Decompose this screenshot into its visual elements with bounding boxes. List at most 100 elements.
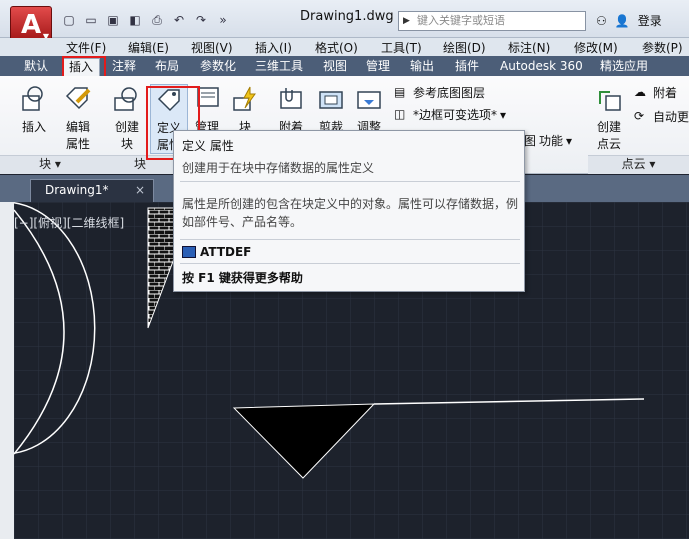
menu-dimension[interactable]: 标注(N) [508, 39, 550, 56]
panel-footer-block[interactable]: 块 ▾ [0, 155, 100, 174]
create-point-cloud-label-2: 点云 [596, 137, 621, 151]
define-attribute-tooltip: 定义 属性 创建用于在块中存储数据的属性定义 属性是所创建的包含在块定义中的对象… [173, 130, 525, 292]
tooltip-separator [180, 181, 520, 182]
tooltip-command-name: ATTDEF [200, 245, 252, 259]
reference-underlay-layers-label: 参考底图图层 [413, 86, 486, 100]
menu-tools[interactable]: 工具(T) [381, 39, 422, 56]
clip-button[interactable]: 剪裁 [314, 84, 348, 135]
tab-output[interactable]: 输出 [410, 58, 434, 76]
point-cloud-icon [599, 91, 621, 111]
viewport-label[interactable]: [−][俯视][二维线框] [14, 214, 124, 231]
cloud-icon: ☁ [634, 84, 646, 99]
tab-view[interactable]: 视图 [323, 58, 347, 76]
panel-block-definition-label: 块 [133, 157, 146, 171]
auto-update-button[interactable]: ⟳ 自动更 [634, 108, 689, 125]
panel-point-cloud-label: 点云 [621, 157, 646, 171]
title-bar: A ▼ ▢ ▭ ▣ ◧ ⎙ ↶ ↷ » Drawing1.dwg ▶ 键入关键字或… [0, 0, 689, 44]
menu-modify[interactable]: 修改(M) [574, 39, 618, 56]
chevron-down-icon: ▾ [500, 107, 507, 122]
adjust-icon [357, 91, 381, 109]
insert-block-icon [22, 86, 43, 111]
create-block-icon [114, 87, 137, 111]
auto-update-label: 自动更 [653, 110, 689, 124]
chevron-right-icon: ▶ [403, 16, 410, 26]
panel-footer-point-cloud[interactable]: 点云 ▾ [588, 155, 689, 174]
undo-icon[interactable]: ↶ [170, 12, 188, 28]
save-as-icon[interactable]: ◧ [126, 12, 144, 28]
reference-underlay-layers-button[interactable]: ▤ 参考底图图层 [394, 84, 485, 101]
document-tab-drawing1[interactable]: Drawing1* × [30, 179, 154, 202]
edit-attribute-label-1: 编辑 [65, 120, 90, 134]
search-placeholder: 键入关键字或短语 [417, 14, 505, 27]
new-file-icon[interactable]: ▢ [60, 12, 78, 28]
map-label: 图 [524, 134, 537, 148]
frame-icon: ◫ [394, 106, 406, 121]
create-block-label-2: 块 [120, 137, 133, 151]
create-block-button[interactable]: 创建 块 [110, 84, 144, 152]
menu-file[interactable]: 文件(F) [66, 39, 106, 56]
document-title: Drawing1.dwg [300, 9, 394, 24]
function-dropdown[interactable]: 图 功能 ▾ [524, 132, 572, 149]
tooltip-separator [180, 239, 520, 240]
frame-variable-label: *边框可变选项* [413, 108, 498, 122]
document-tab-label: Drawing1* [45, 183, 109, 197]
open-folder-icon[interactable]: ▭ [82, 12, 100, 28]
clip-icon [319, 91, 343, 109]
menu-view[interactable]: 视图(V) [191, 39, 233, 56]
login-button[interactable]: 登录 [638, 12, 662, 29]
command-icon [182, 246, 196, 258]
tab-plugins[interactable]: 插件 [455, 58, 479, 76]
tab-autodesk-360[interactable]: Autodesk 360 [500, 58, 583, 76]
print-icon[interactable]: ⎙ [148, 12, 166, 28]
redo-icon[interactable]: ↷ [192, 12, 210, 28]
tooltip-help-text: 按 F1 键获得更多帮助 [182, 271, 303, 285]
tab-parametric[interactable]: 参数化 [200, 58, 236, 76]
menu-format[interactable]: 格式(O) [315, 39, 358, 56]
function-label: 功能 [539, 134, 564, 148]
tab-manage[interactable]: 管理 [366, 58, 390, 76]
menu-edit[interactable]: 编辑(E) [128, 39, 169, 56]
tooltip-long-description: 属性是所创建的包含在块定义中的对象。属性可以存储数据，例如部件号、产品名等。 [182, 197, 519, 229]
refresh-icon: ⟳ [634, 108, 645, 123]
menu-bar: 文件(F) 编辑(E) 视图(V) 插入(I) 格式(O) 工具(T) 绘图(D… [0, 38, 689, 56]
create-point-cloud-label-1: 创建 [596, 120, 621, 134]
block-editor-button[interactable]: 块 [228, 84, 262, 135]
edit-attribute-button[interactable]: 编辑 属性 [58, 84, 98, 152]
tab-default[interactable]: 默认 [24, 58, 48, 76]
lightning-icon [233, 86, 256, 111]
tooltip-short-description: 创建用于在块中存储数据的属性定义 [182, 161, 375, 175]
save-icon[interactable]: ▣ [104, 12, 122, 28]
attach-button[interactable]: 附着 [274, 84, 308, 135]
more-icon[interactable]: » [214, 12, 232, 28]
frame-variable-dropdown[interactable]: ◫ *边框可变选项* ▾ [394, 106, 506, 123]
edit-attribute-icon [65, 87, 91, 110]
tab-layout[interactable]: 布局 [155, 58, 179, 76]
attach-point-cloud-label: 附着 [653, 86, 678, 100]
tooltip-title: 定义 属性 [182, 139, 234, 153]
tooltip-command: ATTDEF [182, 245, 251, 259]
tab-3d-tools[interactable]: 三维工具 [255, 58, 303, 76]
paperclip-icon [280, 88, 302, 109]
tab-featured-apps[interactable]: 精选应用 [600, 58, 648, 76]
insert-block-label: 插入 [21, 120, 46, 134]
panel-block-label: 块 [39, 157, 52, 171]
title-right-tools: ⚇ 👤 登录 [596, 12, 662, 29]
user-icon[interactable]: 👤 [615, 14, 630, 28]
menu-insert[interactable]: 插入(I) [255, 39, 292, 56]
search-input[interactable]: ▶ 键入关键字或短语 [398, 11, 586, 31]
menu-parameter[interactable]: 参数(P) [642, 39, 683, 56]
adjust-button[interactable]: 调整 [352, 84, 386, 135]
attach-point-cloud-button[interactable]: ☁ 附着 [634, 84, 677, 101]
close-icon[interactable]: × [135, 180, 145, 201]
quick-access-toolbar: ▢ ▭ ▣ ◧ ⎙ ↶ ↷ » [60, 12, 232, 28]
insert-block-button[interactable]: 插入 [16, 84, 52, 135]
left-margin-bar [0, 202, 14, 539]
tooltip-separator [180, 263, 520, 264]
layers-icon: ▤ [394, 84, 406, 99]
edit-attribute-label-2: 属性 [65, 137, 90, 151]
menu-draw[interactable]: 绘图(D) [443, 39, 486, 56]
create-block-label-1: 创建 [114, 120, 139, 134]
tab-annotate[interactable]: 注释 [112, 58, 136, 76]
binoculars-icon[interactable]: ⚇ [596, 14, 607, 28]
create-point-cloud-button[interactable]: 创建 点云 [592, 84, 626, 152]
